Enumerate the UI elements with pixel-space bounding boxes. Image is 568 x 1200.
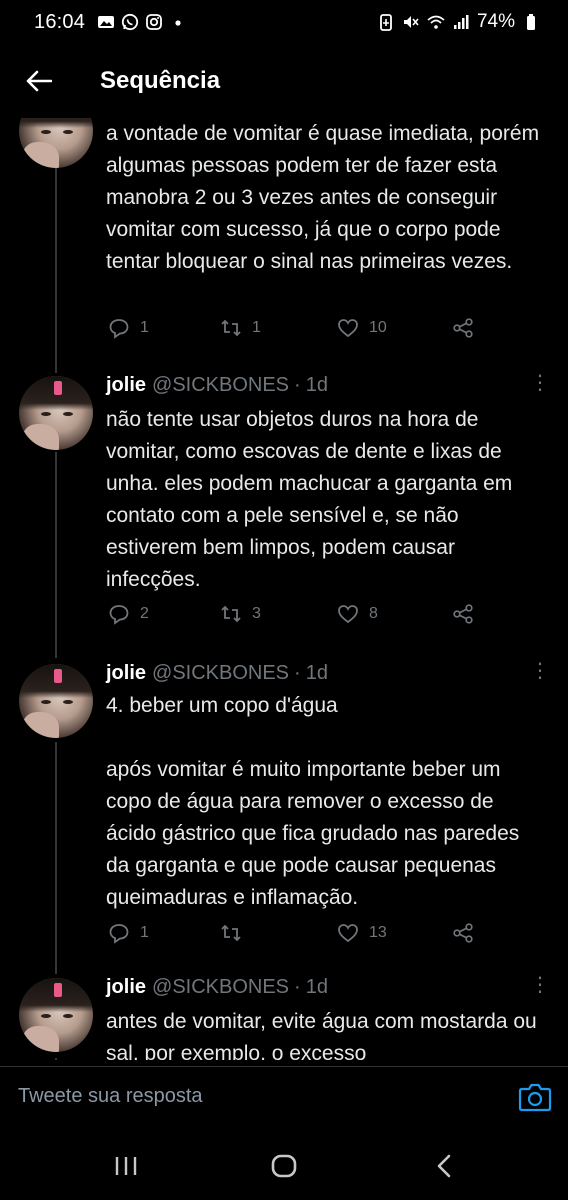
avatar[interactable] — [19, 664, 93, 738]
reply-button[interactable]: 2 — [108, 603, 149, 625]
heart-icon — [338, 605, 358, 624]
tweet-time[interactable]: 1d — [306, 976, 328, 999]
author-handle[interactable]: @SICKBONES — [152, 976, 289, 999]
status-bar: 16:04 74% — [0, 0, 568, 44]
tweet[interactable]: jolie @SICKBONES · 1d ⋮ 4. beber um copo… — [0, 658, 568, 974]
tweet-actions: 1 13 — [0, 922, 568, 952]
more-options-button[interactable]: ⋮ — [530, 661, 550, 690]
signal-icon — [453, 15, 469, 29]
reply-button[interactable]: 1 — [108, 922, 149, 944]
dot-icon — [175, 20, 181, 26]
reply-icon — [109, 605, 129, 625]
back-button[interactable] — [4, 44, 74, 118]
tweet-text-heading: 4. beber um copo d'água — [106, 694, 338, 717]
instagram-icon — [146, 14, 162, 30]
avatar[interactable] — [19, 376, 93, 450]
retweet-icon — [221, 319, 241, 337]
more-options-button[interactable]: ⋮ — [530, 975, 550, 1004]
share-button[interactable] — [452, 317, 474, 339]
retweet-icon — [221, 924, 241, 942]
retweet-button[interactable]: 3 — [220, 603, 261, 625]
reply-count: 1 — [140, 924, 149, 941]
tweet-text: antes de vomitar, evite água com mostard… — [106, 1010, 537, 1060]
battery-icon — [527, 14, 535, 30]
tweet-actions: 1 1 10 — [0, 317, 568, 347]
reply-count: 2 — [140, 605, 149, 622]
retweet-count: 3 — [252, 605, 261, 622]
retweet-icon — [221, 605, 241, 623]
tweet-text: não tente usar objetos duros na hora de … — [106, 408, 513, 591]
reply-count: 1 — [140, 319, 149, 336]
author-name[interactable]: jolie — [106, 374, 146, 397]
share-icon — [453, 318, 473, 338]
like-count: 10 — [369, 319, 387, 336]
camera-icon[interactable] — [518, 1081, 552, 1113]
tweet-actions: 2 3 8 — [0, 603, 568, 633]
heart-icon — [338, 924, 358, 943]
tweet[interactable]: jolie @SICKBONES · 1d ⋮ não tente usar o… — [0, 368, 568, 658]
heart-icon — [338, 319, 358, 338]
retweet-button[interactable] — [220, 922, 252, 944]
like-button[interactable]: 13 — [337, 922, 387, 944]
avatar[interactable] — [19, 118, 93, 168]
recent-apps-button[interactable] — [106, 1150, 146, 1182]
system-nav-bar — [0, 1128, 568, 1200]
separator-dot: · — [294, 374, 301, 396]
back-icon — [437, 1154, 451, 1178]
nav-back-button[interactable] — [424, 1150, 464, 1182]
share-icon — [453, 923, 473, 943]
tweet[interactable]: a vontade de vomitar é quase imediata, p… — [0, 118, 568, 373]
share-button[interactable] — [452, 922, 474, 944]
gallery-icon — [98, 16, 115, 28]
tweet-header: jolie @SICKBONES · 1d — [106, 374, 328, 397]
battery-percent: 74% — [476, 11, 515, 32]
home-button[interactable] — [264, 1150, 304, 1182]
share-button[interactable] — [452, 603, 474, 625]
retweet-count: 1 — [252, 319, 261, 336]
whatsapp-icon — [121, 13, 139, 31]
mute-icon — [403, 16, 419, 28]
share-icon — [453, 604, 473, 624]
author-name[interactable]: jolie — [106, 976, 146, 999]
page-title: Sequência — [100, 67, 221, 94]
retweet-button[interactable]: 1 — [220, 317, 261, 339]
battery-saver-icon — [380, 14, 392, 31]
author-name[interactable]: jolie — [106, 662, 146, 685]
thread-feed[interactable]: a vontade de vomitar é quase imediata, p… — [0, 118, 568, 1060]
like-count: 13 — [369, 924, 387, 941]
reply-icon — [109, 319, 129, 339]
author-handle[interactable]: @SICKBONES — [152, 374, 289, 397]
tweet-header: jolie @SICKBONES · 1d — [106, 662, 328, 685]
reply-button[interactable]: 1 — [108, 317, 149, 339]
avatar[interactable] — [19, 978, 93, 1052]
separator-dot: · — [294, 976, 301, 998]
author-handle[interactable]: @SICKBONES — [152, 662, 289, 685]
recent-apps-icon — [115, 1157, 137, 1175]
tweet-header: jolie @SICKBONES · 1d — [106, 976, 328, 999]
thread-connector-line — [55, 1058, 57, 1060]
thread-header: Sequência — [0, 44, 568, 118]
reply-bar[interactable]: Tweete sua resposta — [0, 1066, 568, 1126]
like-button[interactable]: 8 — [337, 603, 378, 625]
like-button[interactable]: 10 — [337, 317, 387, 339]
back-arrow-icon — [26, 70, 52, 92]
home-icon — [271, 1154, 297, 1178]
separator-dot: · — [294, 662, 301, 684]
like-count: 8 — [369, 605, 378, 622]
tweet-time[interactable]: 1d — [306, 374, 328, 397]
wifi-icon — [427, 15, 445, 29]
reply-icon — [109, 924, 129, 944]
reply-input[interactable]: Tweete sua resposta — [18, 1085, 203, 1108]
tweet-text: após vomitar é muito importante beber um… — [106, 758, 520, 909]
status-time: 16:04 — [34, 10, 86, 33]
more-options-button[interactable]: ⋮ — [530, 373, 550, 402]
tweet[interactable]: jolie @SICKBONES · 1d ⋮ antes de vomitar… — [0, 974, 568, 1060]
tweet-time[interactable]: 1d — [306, 662, 328, 685]
tweet-text: a vontade de vomitar é quase imediata, p… — [106, 122, 540, 273]
